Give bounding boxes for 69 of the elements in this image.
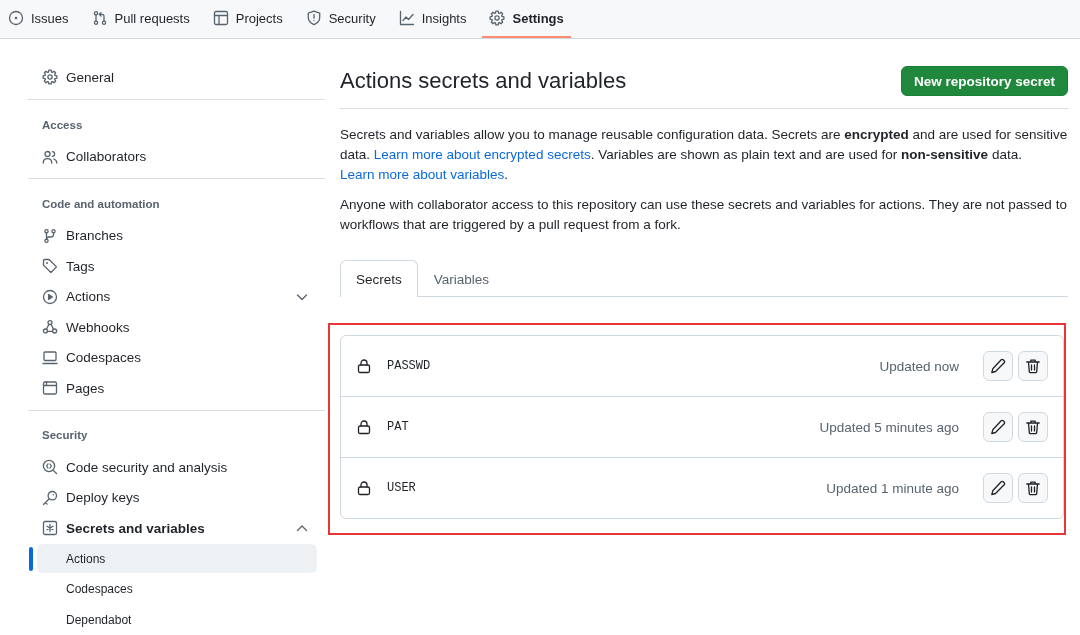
tab[interactable]: Variables <box>417 260 506 297</box>
gear-icon <box>42 69 58 86</box>
key-icon <box>42 489 58 506</box>
line-chart-icon <box>398 10 415 26</box>
sidebar-item[interactable]: Secrets and variables <box>37 513 317 543</box>
trash-icon <box>1025 480 1041 496</box>
monitor-icon <box>42 349 58 366</box>
repo-tab[interactable]: Insights <box>391 0 474 38</box>
edit-button[interactable] <box>983 351 1013 381</box>
repo-tab[interactable]: Pull requests <box>84 0 197 38</box>
sidebar-item[interactable]: Actions <box>37 282 317 312</box>
active-indicator <box>29 546 33 571</box>
new-secret-button[interactable]: New repository secret <box>900 66 1068 96</box>
sidebar-subitem[interactable]: Actions <box>37 544 317 574</box>
tag-icon <box>42 258 58 275</box>
people-icon <box>42 148 58 165</box>
trash-icon <box>1025 419 1041 435</box>
sidebar-item[interactable]: Collaborators <box>37 142 317 172</box>
browser-window-icon <box>42 380 58 397</box>
sidebar-item[interactable]: Branches <box>37 221 317 251</box>
repo-tab[interactable]: Issues <box>1 0 76 38</box>
section-heading: Security <box>41 428 89 443</box>
sidebar-item[interactable]: Deploy keys <box>37 483 317 513</box>
repo-tab[interactable]: Security <box>298 0 383 38</box>
pencil-icon <box>990 358 1006 374</box>
delete-button[interactable] <box>1018 351 1048 381</box>
learn-more-link[interactable]: Learn more about encrypted secrets <box>373 147 591 162</box>
section-heading: Access <box>41 117 84 133</box>
asterisk-square-icon <box>42 520 58 537</box>
updated-time: Updated 1 minute ago <box>826 480 959 496</box>
page-title: Actions secrets and variables <box>340 68 627 94</box>
branch-icon <box>42 227 58 244</box>
lock-icon <box>356 480 372 496</box>
sidebar-item[interactable]: Code security and analysis <box>37 452 317 482</box>
circle-dot-icon <box>8 10 24 26</box>
sidebar-item[interactable]: Pages <box>37 373 317 403</box>
play-circle-icon <box>42 288 58 305</box>
description-text: Anyone with collaborator access to this repository can use these secrets and variables for actions. They are not passed to workflows that are triggered by a pull request from a fork. <box>340 196 1068 234</box>
delete-button[interactable] <box>1018 473 1048 503</box>
tab[interactable]: Secrets <box>340 260 418 297</box>
repo-tab[interactable]: Settings <box>482 0 571 38</box>
repo-tab[interactable]: Projects <box>205 0 290 38</box>
secret-name: PAT <box>387 420 409 434</box>
pencil-icon <box>990 419 1006 435</box>
gear-icon <box>489 10 506 26</box>
edit-button[interactable] <box>983 412 1013 442</box>
delete-button[interactable] <box>1018 412 1048 442</box>
updated-time: Updated 5 minutes ago <box>819 419 959 435</box>
sidebar-item[interactable]: Webhooks <box>37 312 317 342</box>
secret-name: USER <box>387 481 416 495</box>
code-search-icon <box>42 459 58 476</box>
description-text: Secrets and variables allow you to manage reusable configuration data. Secrets are encrypted and are used for sensitive data. Learn more about encrypted secrets. Variables are shown as plain text and are used for non-sensitive data. Learn more about variables. <box>340 126 1068 184</box>
secret-name: PASSWD <box>387 359 431 373</box>
pull-request-icon <box>91 10 108 26</box>
sidebar-item[interactable]: General <box>37 62 317 92</box>
shield-icon <box>305 10 322 26</box>
webhook-icon <box>42 319 58 336</box>
trash-icon <box>1025 358 1041 374</box>
sidebar-subitem[interactable]: Codespaces <box>37 574 317 604</box>
pencil-icon <box>990 480 1006 496</box>
section-heading: Code and automation <box>41 196 161 212</box>
updated-time: Updated now <box>879 358 959 374</box>
edit-button[interactable] <box>983 473 1013 503</box>
sidebar-subitem[interactable]: Dependabot <box>37 605 317 635</box>
lock-icon <box>356 358 372 374</box>
lock-icon <box>356 419 372 435</box>
table-icon <box>212 10 229 26</box>
sidebar-item[interactable]: Codespaces <box>37 343 317 373</box>
sidebar-item[interactable]: Tags <box>37 251 317 281</box>
